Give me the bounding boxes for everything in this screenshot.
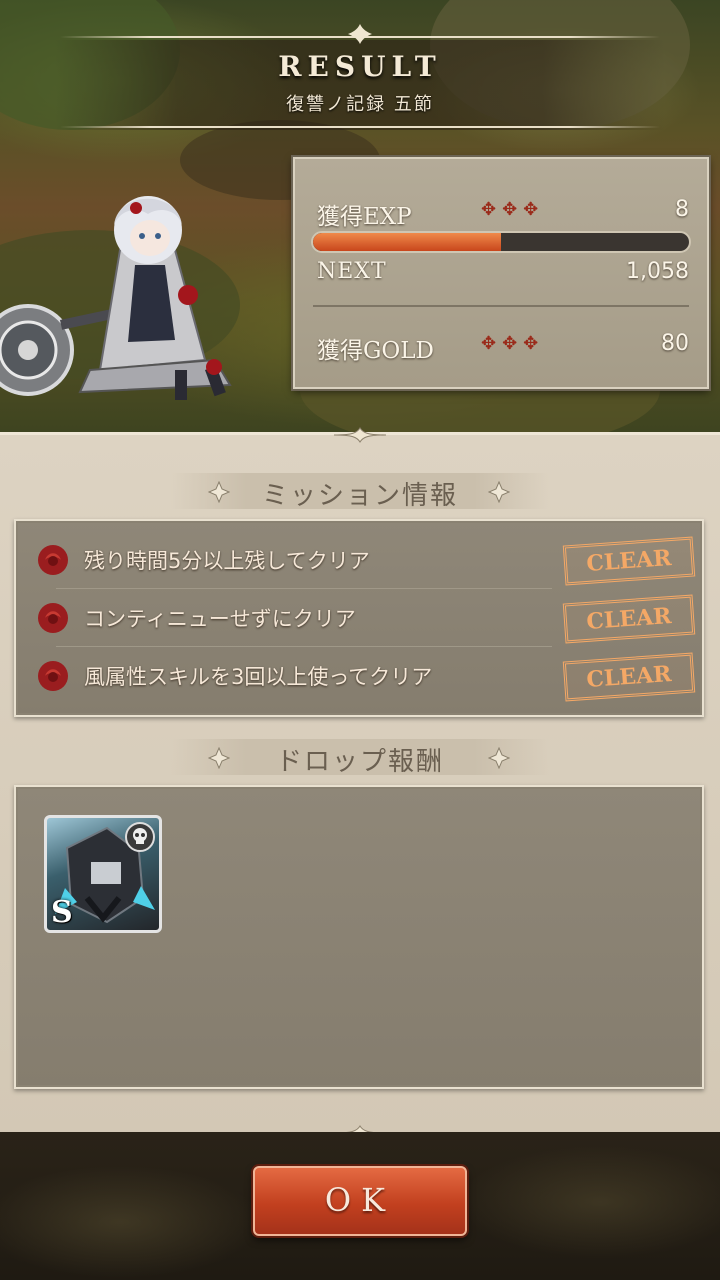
clear-stamp: CLEAR [562, 536, 696, 586]
next-label: NEXT [317, 259, 387, 284]
ok-button[interactable]: OK [253, 1166, 467, 1236]
skull-icon [125, 822, 155, 852]
mission-row: 残り時間5分以上残してクリア CLEAR [32, 533, 696, 589]
exp-value: 8 [675, 197, 689, 222]
row-divider [56, 646, 552, 647]
character-sprite [0, 196, 232, 400]
mission-row: 風属性スキルを3回以上使ってクリア CLEAR [32, 649, 696, 705]
battle-scene-background: RESULT 復讐ノ記録 五節 獲得EXP ✥✥✥ 8 NEXT 1,058 獲… [0, 0, 720, 432]
result-title: RESULT [278, 50, 442, 83]
stats-panel: 獲得EXP ✥✥✥ 8 NEXT 1,058 獲得GOLD ✥✥✥ 80 [293, 157, 709, 389]
rank-badge: S [51, 895, 73, 930]
fleur-ornament-icon [348, 24, 372, 44]
clear-stamp: CLEAR [562, 594, 696, 644]
gold-label: 獲得GOLD [317, 338, 434, 364]
cross-ornament-icon: ✥✥✥ [481, 199, 545, 220]
clear-stamp: CLEAR [562, 652, 696, 702]
stage-name: 復讐ノ記録 五節 [286, 94, 434, 115]
cross-ornament-icon: ✥✥✥ [481, 333, 545, 354]
gold-value: 80 [661, 331, 689, 356]
rose-icon [38, 545, 68, 575]
mission-text: 風属性スキルを3回以上使ってクリア [84, 665, 433, 689]
result-details-area: ミッション情報 残り時間5分以上残してクリア CLEAR コンティニューせずにク… [0, 427, 720, 1141]
next-value: 1,058 [626, 259, 689, 284]
row-divider [56, 588, 552, 589]
mission-section-title: ミッション情報 [261, 481, 458, 511]
mission-text: 残り時間5分以上残してクリア [84, 549, 370, 573]
mission-panel: 残り時間5分以上残してクリア CLEAR コンティニューせずにクリア CLEAR… [14, 519, 704, 717]
exp-label: 獲得EXP [317, 204, 412, 230]
exp-progress-bar [311, 231, 691, 253]
stats-divider [313, 305, 689, 307]
drop-item[interactable]: S [44, 815, 162, 933]
drop-section-title: ドロップ報酬 [275, 747, 444, 777]
rose-icon [38, 661, 68, 691]
center-ornament-icon [333, 427, 387, 443]
drop-panel: S [14, 785, 704, 1089]
mission-text: コンティニューせずにクリア [84, 607, 356, 631]
exp-progress-fill [313, 233, 501, 251]
rose-icon [38, 603, 68, 633]
title-bottom-rule [60, 126, 660, 128]
mission-row: コンティニューせずにクリア CLEAR [32, 591, 696, 647]
